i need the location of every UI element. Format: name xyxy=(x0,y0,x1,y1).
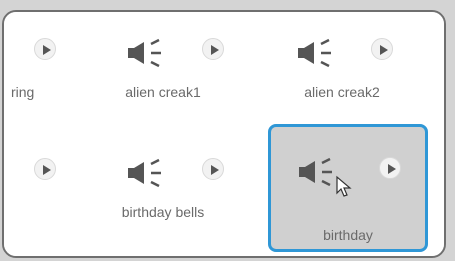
play-icon[interactable] xyxy=(202,38,224,60)
play-icon[interactable] xyxy=(34,38,56,60)
play-icon[interactable] xyxy=(202,158,224,180)
mouse-pointer-icon xyxy=(335,175,353,204)
play-icon[interactable] xyxy=(34,158,56,180)
speaker-icon xyxy=(295,155,337,189)
sound-label: birthday bells xyxy=(121,204,205,220)
sound-tile-alien-creak2[interactable]: alien creak2 xyxy=(269,18,421,134)
sound-tile-birthday-bells[interactable]: birthday bells xyxy=(102,138,254,254)
speaker-icon xyxy=(124,156,166,190)
sound-grid: ring alien creak1 alien creak2 birthday … xyxy=(4,12,444,256)
sound-label: alien creak2 xyxy=(304,84,380,100)
sound-tile-alien-creak1[interactable]: alien creak1 xyxy=(102,18,254,134)
sound-label: alien creak1 xyxy=(125,84,201,100)
sound-library-panel: ring alien creak1 alien creak2 birthday … xyxy=(2,10,446,258)
play-icon[interactable] xyxy=(379,157,401,179)
sound-tile-partial[interactable] xyxy=(4,138,56,254)
sound-tile-ring[interactable]: ring xyxy=(4,18,56,134)
speaker-icon xyxy=(124,36,166,70)
sound-tile-birthday[interactable]: birthday xyxy=(268,124,428,252)
sound-label: birthday xyxy=(323,227,373,243)
play-icon[interactable] xyxy=(371,38,393,60)
speaker-icon xyxy=(294,36,336,70)
